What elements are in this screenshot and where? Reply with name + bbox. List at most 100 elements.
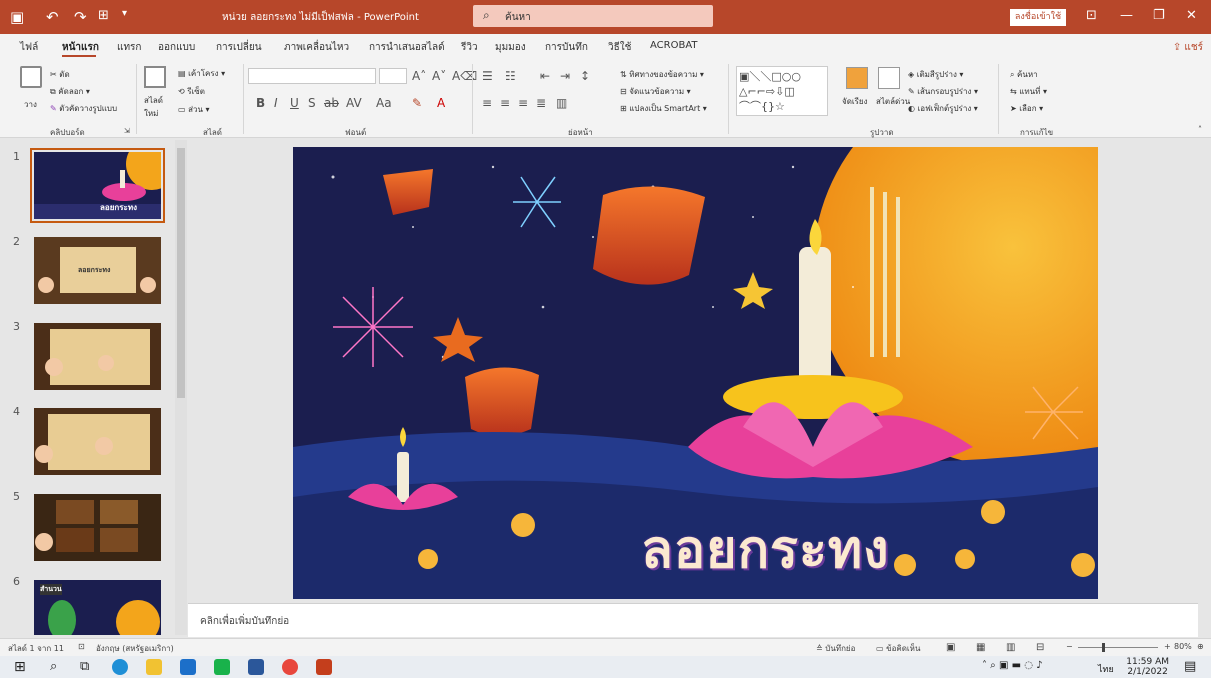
slide-thumbnail-3[interactable] <box>34 323 161 390</box>
line-spacing-icon[interactable]: ↕ <box>580 69 590 83</box>
align-right-icon[interactable]: ≡ <box>518 96 528 110</box>
paste-icon[interactable] <box>20 66 42 88</box>
customize-qat-icon[interactable]: ▾ <box>122 8 127 19</box>
tab-transitions[interactable]: การเปลี่ยน <box>216 40 262 55</box>
slide-thumbnail-1[interactable]: ลอยกระทง <box>30 148 165 223</box>
language-status[interactable]: อังกฤษ (สหรัฐอเมริกา) <box>96 642 174 655</box>
quick-styles-label[interactable]: สไตล์ด่วน <box>876 95 910 108</box>
tab-insert[interactable]: แทรก <box>117 40 141 55</box>
powerpoint-icon[interactable] <box>316 659 332 675</box>
zoom-slider[interactable] <box>1078 647 1158 648</box>
tab-slideshow[interactable]: การนำเสนอสไลด์ <box>369 40 445 55</box>
tab-view[interactable]: มุมมอง <box>495 40 526 55</box>
windows-start-icon[interactable]: ⊞ <box>14 659 26 675</box>
tab-design[interactable]: ออกแบบ <box>158 40 195 55</box>
align-text-button[interactable]: ⊟ จัดแนวข้อความ ▾ <box>620 85 691 98</box>
grow-font-icon[interactable]: A˄ <box>412 69 426 83</box>
task-view-icon[interactable]: ⧉ <box>80 659 89 674</box>
new-slide-icon[interactable] <box>144 66 166 88</box>
bold-icon[interactable]: B <box>256 96 265 110</box>
system-tray-icons[interactable]: ˄ ⌕ ▣ ▬ ◌ ♪ <box>982 660 1043 671</box>
comments-toggle[interactable]: ▭ ข้อคิดเห็น <box>876 642 920 655</box>
smartart-button[interactable]: ⊞ แปลงเป็น SmartArt ▾ <box>620 102 707 115</box>
fit-slide-icon[interactable]: ⊕ <box>1197 642 1204 651</box>
word-icon[interactable] <box>248 659 264 675</box>
taskbar-clock[interactable]: 11:59 AM 2/1/2022 <box>1126 657 1169 677</box>
redo-icon[interactable]: ↷ <box>74 8 87 26</box>
change-case-icon[interactable]: Aa <box>376 96 392 110</box>
underline-icon[interactable]: U <box>290 96 299 110</box>
notes-toggle[interactable]: ≙ บันทึกย่อ <box>816 642 855 655</box>
shape-fill-button[interactable]: ◈ เติมสีรูปร่าง ▾ <box>908 68 963 81</box>
clipboard-launcher-icon[interactable]: ⇲ <box>124 127 130 135</box>
shrink-font-icon[interactable]: A˅ <box>432 69 446 83</box>
copy-button[interactable]: ⧉ คัดลอก ▾ <box>50 85 90 98</box>
arrange-icon[interactable] <box>846 67 868 89</box>
slide-thumbnail-5[interactable] <box>34 494 161 561</box>
tab-review[interactable]: รีวิว <box>461 40 478 55</box>
bullets-icon[interactable]: ☰ <box>482 69 493 83</box>
save-icon[interactable]: ▣ <box>10 8 24 26</box>
quick-styles-icon[interactable] <box>878 67 900 89</box>
zoom-slider-thumb[interactable] <box>1102 643 1105 652</box>
align-center-icon[interactable]: ≡ <box>500 96 510 110</box>
paste-label[interactable]: วาง <box>24 98 37 111</box>
chrome-icon[interactable] <box>282 659 298 675</box>
select-button[interactable]: ➤ เลือก ▾ <box>1010 102 1043 115</box>
current-slide[interactable]: ลอยกระทง <box>293 147 1098 599</box>
collapse-ribbon-icon[interactable]: ˄ <box>1198 125 1202 134</box>
slide-scrollbar[interactable] <box>1199 138 1211 600</box>
font-color-icon[interactable]: A <box>437 96 445 110</box>
font-size-dropdown[interactable] <box>379 68 407 84</box>
tab-help[interactable]: วิธีใช้ <box>608 40 631 55</box>
accessibility-icon[interactable]: ⊡ <box>78 642 85 651</box>
numbering-icon[interactable]: ☷ <box>505 69 516 83</box>
replace-button[interactable]: ⇆ แทนที่ ▾ <box>1010 85 1047 98</box>
shape-outline-button[interactable]: ✎ เส้นกรอบรูปร่าง ▾ <box>908 85 978 98</box>
cut-button[interactable]: ✂ ตัด <box>50 68 70 81</box>
char-spacing-icon[interactable]: AV <box>346 96 362 110</box>
clear-format-icon[interactable]: A⌫ <box>452 69 477 83</box>
tab-acrobat[interactable]: ACROBAT <box>650 40 698 51</box>
file-explorer-icon[interactable] <box>146 659 162 675</box>
increase-indent-icon[interactable]: ⇥ <box>560 69 570 83</box>
new-slide-label[interactable]: สไลด์ใหม่ <box>144 94 174 120</box>
layout-button[interactable]: ▤ เค้าโครง ▾ <box>178 67 225 80</box>
text-direction-button[interactable]: ⇅ ทิศทางของข้อความ ▾ <box>620 68 704 81</box>
tab-animations[interactable]: ภาพเคลื่อนไหว <box>284 40 349 55</box>
undo-icon[interactable]: ↶ <box>46 8 59 26</box>
shadow-icon[interactable]: S <box>308 96 316 110</box>
reset-button[interactable]: ⟲ รีเซ็ต <box>178 85 205 98</box>
reading-view-icon[interactable]: ▥ <box>1006 642 1015 653</box>
scroll-thumb[interactable] <box>177 148 185 398</box>
find-button[interactable]: ⌕ ค้นหา <box>1010 68 1038 81</box>
columns-icon[interactable]: ▥ <box>556 96 567 110</box>
strikethrough-icon[interactable]: ab <box>324 96 339 110</box>
tab-home[interactable]: หน้าแรก <box>62 40 99 55</box>
notification-icon[interactable]: ▤ <box>1184 659 1196 674</box>
highlight-icon[interactable]: ✎ <box>412 96 422 110</box>
close-button[interactable]: ✕ <box>1186 8 1197 23</box>
start-from-beginning-icon[interactable]: ⊞ <box>98 8 109 23</box>
shapes-gallery[interactable]: ▣＼＼□○○ △⌐⌐⇨⇩◫ ⌒⌒{}☆ <box>736 66 828 116</box>
store-icon[interactable] <box>180 659 196 675</box>
align-left-icon[interactable]: ≡ <box>482 96 492 110</box>
shape-effects-button[interactable]: ◐ เอฟเฟ็กต์รูปร่าง ▾ <box>908 102 978 115</box>
font-name-dropdown[interactable] <box>248 68 376 84</box>
italic-icon[interactable]: I <box>274 96 278 110</box>
arrange-label[interactable]: จัดเรียง <box>842 95 868 108</box>
ribbon-display-icon[interactable]: ⊡ <box>1086 8 1097 23</box>
tab-record[interactable]: การบันทึก <box>545 40 588 55</box>
tab-file[interactable]: ไฟล์ <box>20 40 38 55</box>
notes-pane[interactable]: คลิกเพื่อเพิ่มบันทึกย่อ <box>188 603 1198 637</box>
search-box[interactable]: ⌕ ค้นหา <box>473 5 713 27</box>
slideshow-view-icon[interactable]: ⊟ <box>1036 642 1044 653</box>
normal-view-icon[interactable]: ▣ <box>946 642 955 653</box>
zoom-out-button[interactable]: − <box>1066 642 1073 651</box>
section-button[interactable]: ▭ ส่วน ▾ <box>178 103 210 116</box>
zoom-in-button[interactable]: + <box>1164 642 1171 651</box>
share-button[interactable]: ⇪ แชร์ <box>1173 40 1203 55</box>
sorter-view-icon[interactable]: ▦ <box>976 642 985 653</box>
signin-button[interactable]: ลงชื่อเข้าใช้ <box>1010 9 1066 26</box>
minimize-button[interactable]: — <box>1120 8 1133 23</box>
